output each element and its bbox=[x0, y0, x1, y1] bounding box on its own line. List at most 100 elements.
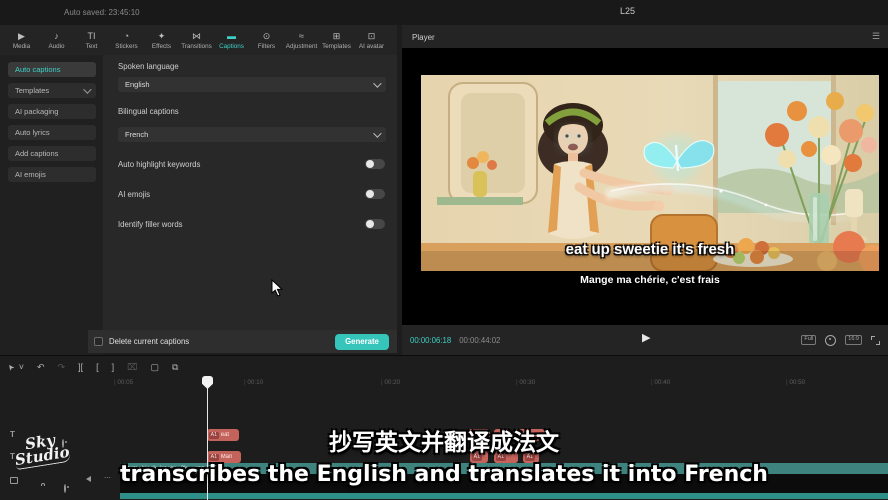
ruler-tick: 00:40 bbox=[651, 379, 670, 386]
sidebar-label: AI emojis bbox=[15, 170, 46, 179]
sidebar-label: Add captions bbox=[15, 149, 58, 158]
ai-emojis-toggle[interactable] bbox=[365, 189, 385, 199]
delete-captions-checkbox[interactable] bbox=[94, 337, 103, 346]
spoken-language-label: Spoken language bbox=[118, 62, 179, 71]
adjustment-icon: ≈ bbox=[299, 31, 304, 42]
current-time: 00:00:06:18 bbox=[410, 336, 451, 345]
chevron-down-icon bbox=[373, 129, 381, 137]
sidebar-label: Templates bbox=[15, 86, 49, 95]
sidebar-label: AI packaging bbox=[15, 107, 58, 116]
ai-emojis-label: AI emojis bbox=[118, 190, 150, 199]
toolbar-label-adjustment: Adjustment bbox=[286, 43, 318, 50]
toolbar-item-templates[interactable]: ⊞ Templates bbox=[319, 25, 354, 55]
stickers-icon: ◔ bbox=[124, 31, 129, 42]
video-preview[interactable]: eat up sweetie it's fresh Mange ma chéri… bbox=[421, 75, 879, 302]
capcut-editor-window: Auto saved: 23:45:10 L25 ▶ Media ♪ Audio… bbox=[0, 0, 888, 500]
bilingual-captions-label: Bilingual captions bbox=[118, 107, 179, 116]
toolbar-label-text: Text bbox=[86, 43, 98, 50]
toolbar-label-stickers: Stickers bbox=[115, 43, 137, 50]
delete-icon[interactable]: ⌧ bbox=[127, 363, 137, 372]
overlay-subtitle-english: transcribes the English and translates i… bbox=[0, 462, 888, 487]
select-tool-icon[interactable]: ➤ bbox=[6, 362, 16, 372]
filler-words-toggle[interactable] bbox=[365, 219, 385, 229]
toolbar-item-ai-avatar[interactable]: ⊡ AI avatar bbox=[354, 25, 389, 55]
video-clip-footer bbox=[120, 493, 888, 499]
audio-icon: ♪ bbox=[54, 31, 59, 42]
toolbar-item-filters[interactable]: ⊙ Filters bbox=[249, 25, 284, 55]
sidebar-item-auto-lyrics[interactable]: Auto lyrics bbox=[8, 125, 96, 140]
chevron-down-icon bbox=[373, 79, 381, 87]
effects-icon: ✦ bbox=[158, 31, 166, 42]
ruler-tick: 00:10 bbox=[244, 379, 263, 386]
captions-action-bar: Delete current captions Generate bbox=[88, 330, 397, 353]
undo-icon[interactable]: ↶ bbox=[37, 363, 45, 372]
video-caption-english: eat up sweetie it's fresh bbox=[421, 241, 879, 258]
auto-highlight-label: Auto highlight keywords bbox=[118, 160, 200, 169]
redo-icon[interactable]: ↷ bbox=[58, 363, 66, 372]
toggle-knob bbox=[366, 220, 374, 228]
ruler-tick: 00:30 bbox=[516, 379, 535, 386]
toolbar-item-audio[interactable]: ♪ Audio bbox=[39, 25, 74, 55]
filters-icon: ⊙ bbox=[263, 31, 271, 42]
ruler-tick: 00:20 bbox=[381, 379, 400, 386]
sidebar-item-add-captions[interactable]: Add captions bbox=[8, 146, 96, 161]
text-icon: TI bbox=[88, 31, 96, 42]
spoken-language-value: English bbox=[125, 80, 150, 89]
spoken-language-select[interactable]: English bbox=[118, 77, 386, 92]
ruler-tick: 00:05 bbox=[114, 379, 133, 386]
overlay-subtitle-chinese: 抄写英文并翻译成法文 bbox=[0, 423, 888, 457]
auto-highlight-toggle[interactable] bbox=[365, 159, 385, 169]
toolbar-label-media: Media bbox=[13, 43, 30, 50]
toolbar-item-transitions[interactable]: ⋈ Transitions bbox=[179, 25, 214, 55]
mouse-cursor bbox=[271, 279, 284, 298]
main-toolbar: ▶ Media ♪ Audio TI Text ◔ Stickers ✦ Eff… bbox=[0, 25, 397, 55]
player-stage: eat up sweetie it's fresh Mange ma chéri… bbox=[402, 48, 888, 325]
toolbar-label-templates: Templates bbox=[322, 43, 351, 50]
chevron-down-icon bbox=[83, 85, 91, 93]
player-panel: Player ☰ bbox=[402, 25, 888, 355]
play-button[interactable]: ▶ bbox=[642, 331, 650, 344]
playhead-handle[interactable] bbox=[202, 376, 213, 389]
toolbar-item-stickers[interactable]: ◔ Stickers bbox=[109, 25, 144, 55]
toolbar-label-ai-avatar: AI avatar bbox=[359, 43, 384, 50]
ruler-tick: 00:50 bbox=[786, 379, 805, 386]
captions-icon: ▬ bbox=[227, 31, 236, 42]
sidebar-item-auto-captions[interactable]: Auto captions bbox=[8, 62, 96, 77]
preview-quality-badge[interactable]: Full bbox=[801, 335, 816, 345]
aspect-ratio-badge[interactable]: 16:9 bbox=[845, 335, 862, 345]
fullscreen-icon[interactable] bbox=[871, 336, 880, 345]
captions-sidebar: Auto captions Templates AI packaging Aut… bbox=[0, 55, 103, 355]
track-mark-icon[interactable]: ⧉ bbox=[172, 363, 178, 372]
generate-button[interactable]: Generate bbox=[335, 334, 389, 350]
trim-right-icon[interactable]: ] bbox=[112, 363, 115, 372]
timeline-toolbar: ➤ ˅ ↶ ↷ ][ [ ] ⌧ ▢ ⧉ bbox=[8, 359, 178, 375]
autosave-status: Auto saved: 23:45:10 bbox=[64, 8, 140, 17]
window-topbar: Auto saved: 23:45:10 L25 bbox=[0, 0, 888, 25]
toolbar-label-effects: Effects bbox=[152, 43, 171, 50]
mask-icon[interactable]: ▢ bbox=[150, 363, 159, 372]
toolbar-item-adjustment[interactable]: ≈ Adjustment bbox=[284, 25, 319, 55]
filler-words-label: Identify filler words bbox=[118, 220, 183, 229]
sidebar-item-ai-emojis[interactable]: AI emojis bbox=[8, 167, 96, 182]
toggle-knob bbox=[366, 160, 374, 168]
sidebar-item-ai-packaging[interactable]: AI packaging bbox=[8, 104, 96, 119]
trim-left-icon[interactable]: [ bbox=[96, 363, 99, 372]
auto-captions-settings-panel: Spoken language English Bilingual captio… bbox=[103, 55, 397, 330]
bilingual-captions-select[interactable]: French bbox=[118, 127, 386, 142]
focus-icon[interactable] bbox=[825, 335, 836, 346]
sidebar-item-templates[interactable]: Templates bbox=[8, 83, 96, 98]
split-icon[interactable]: ][ bbox=[78, 363, 83, 372]
toolbar-item-text[interactable]: TI Text bbox=[74, 25, 109, 55]
toolbar-label-transitions: Transitions bbox=[181, 43, 212, 50]
toolbar-item-effects[interactable]: ✦ Effects bbox=[144, 25, 179, 55]
sidebar-label: Auto lyrics bbox=[15, 128, 50, 137]
select-tool-chevron-icon[interactable]: ˅ bbox=[19, 363, 24, 372]
toolbar-item-captions[interactable]: ▬ Captions bbox=[214, 25, 249, 55]
media-icon: ▶ bbox=[18, 31, 25, 42]
player-menu-icon[interactable]: ☰ bbox=[872, 31, 880, 42]
player-controls: 00:00:06:18 00:00:44:02 ▶ Full 16:9 bbox=[402, 325, 888, 355]
video-caption-french: Mange ma chérie, c'est frais bbox=[421, 274, 879, 286]
toolbar-label-filters: Filters bbox=[258, 43, 275, 50]
toolbar-label-audio: Audio bbox=[48, 43, 64, 50]
toolbar-item-media[interactable]: ▶ Media bbox=[4, 25, 39, 55]
